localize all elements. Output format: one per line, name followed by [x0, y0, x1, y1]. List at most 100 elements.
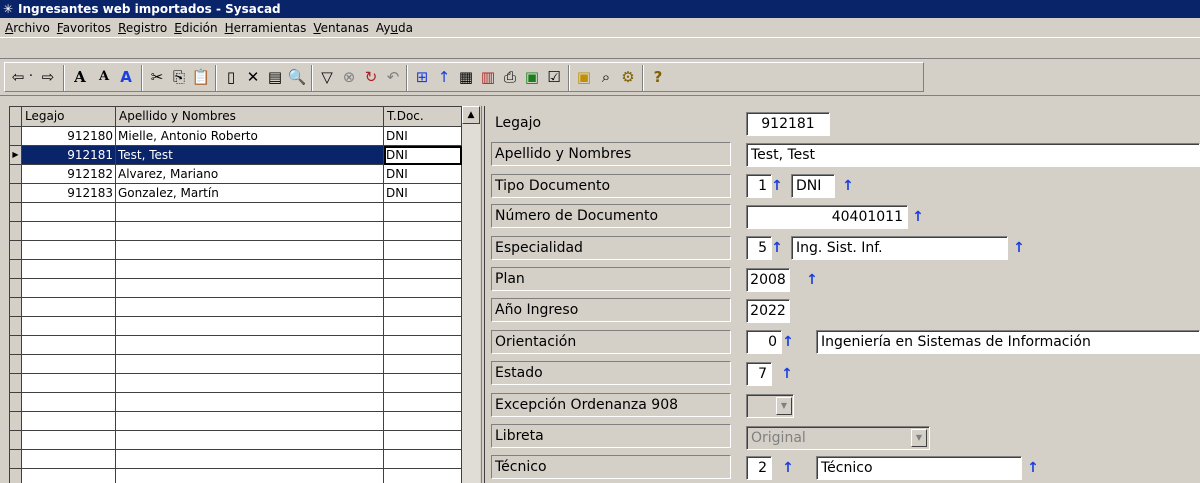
empty-cell[interactable]	[116, 469, 384, 483]
empty-cell[interactable]	[22, 431, 116, 450]
row-indicator[interactable]	[10, 260, 22, 279]
row-indicator[interactable]	[10, 469, 22, 483]
especialidad-code-field[interactable]: 5	[746, 236, 772, 260]
menu-herramientas[interactable]: Herramientas	[223, 19, 312, 37]
forward-arrow-icon[interactable]: ⇨	[37, 66, 59, 88]
row-indicator[interactable]	[10, 450, 22, 469]
empty-cell[interactable]	[22, 317, 116, 336]
empty-cell[interactable]	[384, 355, 462, 374]
menu-edicion[interactable]: Edición	[172, 19, 222, 37]
empty-cell[interactable]	[22, 298, 116, 317]
empty-cell[interactable]	[384, 336, 462, 355]
splitter[interactable]	[481, 106, 485, 483]
empty-cell[interactable]	[116, 393, 384, 412]
row-indicator[interactable]	[10, 431, 22, 450]
empty-cell[interactable]	[22, 203, 116, 222]
table-cell[interactable]: DNI	[384, 146, 462, 165]
tree-icon[interactable]: ⊞	[411, 66, 433, 88]
table-cell[interactable]: 912183	[22, 184, 116, 203]
empty-cell[interactable]	[116, 203, 384, 222]
empty-cell[interactable]	[22, 336, 116, 355]
delete-record-icon[interactable]: ✕	[242, 66, 264, 88]
printer-icon[interactable]: ⎙	[499, 66, 521, 88]
empty-cell[interactable]	[116, 279, 384, 298]
table-cell[interactable]: 912180	[22, 127, 116, 146]
grid-scrollbar[interactable]: ▲	[462, 106, 480, 483]
menu-registro[interactable]: Registro	[116, 19, 172, 37]
row-indicator[interactable]	[10, 127, 22, 146]
column-header-legajo[interactable]: Legajo	[22, 107, 116, 127]
empty-cell[interactable]	[22, 374, 116, 393]
row-indicator[interactable]	[10, 393, 22, 412]
row-indicator[interactable]	[10, 184, 22, 203]
row-indicator[interactable]	[10, 222, 22, 241]
lookup-orientacion-icon[interactable]: ↑	[782, 333, 794, 351]
empty-cell[interactable]	[22, 222, 116, 241]
empty-cell[interactable]	[384, 431, 462, 450]
empty-cell[interactable]	[22, 241, 116, 260]
libreta-select[interactable]: Original	[746, 426, 930, 450]
sort-up-icon[interactable]: ↑	[433, 66, 455, 88]
table-cell[interactable]: 912182	[22, 165, 116, 184]
print-preview-icon[interactable]: 🔍	[286, 66, 308, 88]
properties-icon[interactable]: ▤	[264, 66, 286, 88]
font-smaller-icon[interactable]: A	[93, 66, 115, 88]
empty-cell[interactable]	[116, 374, 384, 393]
tipo-documento-code-field[interactable]: 1	[746, 174, 772, 198]
empty-cell[interactable]	[116, 431, 384, 450]
columns-icon[interactable]: ▥	[477, 66, 499, 88]
empty-cell[interactable]	[116, 412, 384, 431]
column-header-tdoc[interactable]: T.Doc.	[384, 107, 462, 127]
calendar-icon[interactable]: ▣	[573, 66, 595, 88]
help-icon[interactable]: ?	[647, 66, 669, 88]
font-larger-icon[interactable]: A	[69, 66, 91, 88]
row-indicator[interactable]	[10, 336, 22, 355]
empty-cell[interactable]	[22, 260, 116, 279]
menu-favoritos[interactable]: Favoritos	[55, 19, 116, 37]
search-icon[interactable]: ⌕	[595, 66, 617, 88]
empty-cell[interactable]	[384, 279, 462, 298]
empty-cell[interactable]	[116, 355, 384, 374]
refresh-icon[interactable]: ↻	[360, 66, 382, 88]
export-excel-icon[interactable]: ▣	[521, 66, 543, 88]
new-record-icon[interactable]: ▯	[220, 66, 242, 88]
chevron-down-icon[interactable]: ▼	[776, 397, 792, 415]
empty-cell[interactable]	[22, 279, 116, 298]
row-indicator[interactable]	[10, 355, 22, 374]
chevron-down-icon[interactable]: ▼	[911, 429, 927, 447]
estado-field[interactable]: 7	[746, 362, 772, 386]
empty-cell[interactable]	[22, 412, 116, 431]
empty-cell[interactable]	[22, 393, 116, 412]
empty-cell[interactable]	[22, 469, 116, 483]
filter-icon[interactable]: ▽	[316, 66, 338, 88]
table-cell[interactable]: DNI	[384, 184, 462, 203]
legajo-field[interactable]: 912181	[746, 112, 830, 136]
row-indicator[interactable]	[10, 241, 22, 260]
empty-cell[interactable]	[116, 450, 384, 469]
current-row-indicator-icon[interactable]: ▶	[10, 146, 22, 165]
row-indicator[interactable]	[10, 203, 22, 222]
empty-cell[interactable]	[384, 222, 462, 241]
tecnico-code-field[interactable]: 2	[746, 456, 772, 480]
lookup-especialidad-desc-icon[interactable]: ↑	[1013, 239, 1025, 257]
empty-cell[interactable]	[384, 469, 462, 483]
empty-cell[interactable]	[116, 222, 384, 241]
row-indicator[interactable]	[10, 374, 22, 393]
row-indicator[interactable]	[10, 279, 22, 298]
empty-cell[interactable]	[116, 317, 384, 336]
empty-cell[interactable]	[116, 336, 384, 355]
table-cell[interactable]: Alvarez, Mariano	[116, 165, 384, 184]
table-cell[interactable]: Mielle, Antonio Roberto	[116, 127, 384, 146]
numero-documento-field[interactable]: 40401011	[746, 205, 908, 229]
plan-field[interactable]: 2008	[746, 268, 790, 292]
orientacion-code-field[interactable]: 0	[746, 330, 782, 354]
lookup-tipo-documento-icon[interactable]: ↑	[771, 177, 783, 195]
empty-cell[interactable]	[384, 241, 462, 260]
empty-cell[interactable]	[116, 260, 384, 279]
undo-icon[interactable]: ↶	[382, 66, 404, 88]
report-icon[interactable]: ▦	[455, 66, 477, 88]
dropdown-dot-icon[interactable]: ·	[25, 66, 37, 88]
table-cell[interactable]: 912181	[22, 146, 116, 165]
table-cell[interactable]: DNI	[384, 165, 462, 184]
column-header-nombre[interactable]: Apellido y Nombres	[116, 107, 384, 127]
